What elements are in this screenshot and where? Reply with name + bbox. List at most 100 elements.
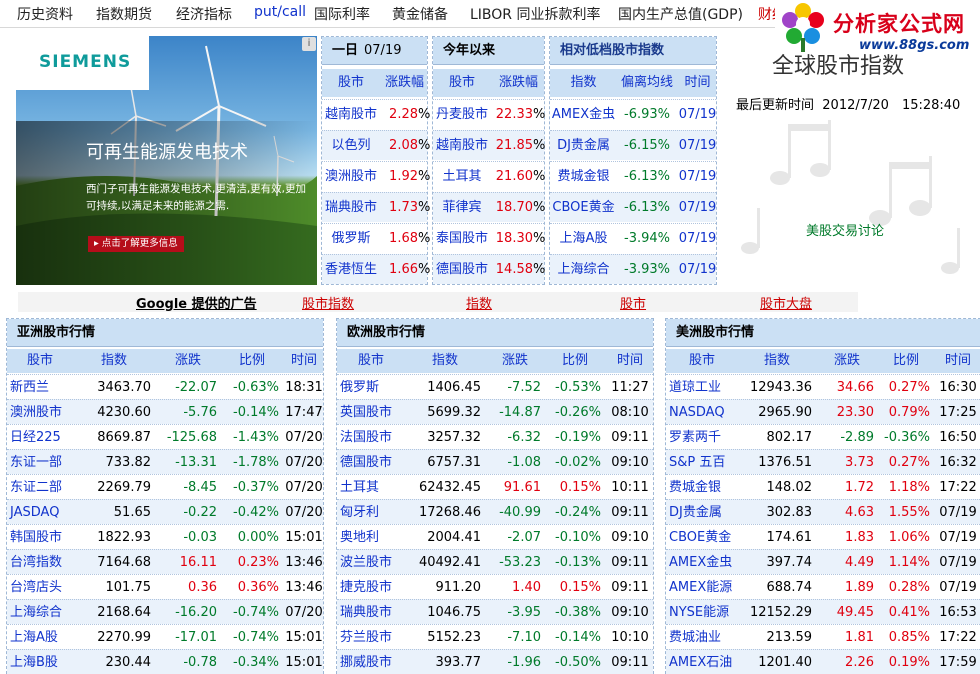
market-name[interactable]: 台湾店头 bbox=[7, 575, 73, 600]
index-name[interactable]: AMEX金虫 bbox=[550, 100, 617, 129]
market-name[interactable]: 匈牙利 bbox=[337, 500, 405, 525]
market-name[interactable]: DJ贵金属 bbox=[666, 500, 738, 525]
time-cell: 10:10 bbox=[611, 630, 649, 645]
market-name[interactable]: 德国股市 bbox=[433, 255, 491, 284]
market-name[interactable]: AMEX能源 bbox=[666, 575, 738, 600]
ranking-row: 以色列 2.08% bbox=[322, 130, 430, 160]
index-value: 51.65 bbox=[113, 505, 151, 520]
nav-econ-indicators[interactable]: 经济指标 bbox=[176, 4, 232, 24]
market-name[interactable]: 罗素两千 bbox=[666, 425, 738, 450]
market-name[interactable]: 韩国股市 bbox=[7, 525, 73, 550]
market-name[interactable]: 捷克股市 bbox=[337, 575, 405, 600]
market-name[interactable]: 以色列 bbox=[322, 131, 380, 160]
us-stock-discussion-link[interactable]: 美股交易讨论 bbox=[806, 220, 884, 239]
change-percent: -0.19% bbox=[555, 430, 601, 445]
market-name[interactable]: 台湾指数 bbox=[7, 550, 73, 575]
market-name[interactable]: 澳洲股市 bbox=[7, 400, 73, 425]
market-name[interactable]: 法国股市 bbox=[337, 425, 405, 450]
market-name[interactable]: CBOE黄金 bbox=[666, 525, 738, 550]
nav-gdp[interactable]: 国内生产总值(GDP) bbox=[618, 4, 743, 24]
market-name[interactable]: 澳洲股市 bbox=[322, 162, 380, 191]
market-name[interactable]: 日经225 bbox=[7, 425, 73, 450]
market-name[interactable]: 东证二部 bbox=[7, 475, 73, 500]
index-value: 1822.93 bbox=[97, 530, 151, 545]
change-value: 1.72 bbox=[845, 480, 874, 495]
global-index-title: 全球股市指数 bbox=[772, 54, 905, 79]
nav-gold-reserves[interactable]: 黄金储备 bbox=[392, 4, 448, 24]
ranking-row: 澳洲股市 1.92% bbox=[322, 161, 431, 191]
market-name[interactable]: 费城金银 bbox=[666, 475, 738, 500]
nav-libor[interactable]: LIBOR 同业拆款利率 bbox=[470, 4, 600, 24]
market-name[interactable]: 土耳其 bbox=[337, 475, 405, 500]
market-name[interactable]: AMEX金虫 bbox=[666, 550, 738, 575]
market-name[interactable]: JASDAQ bbox=[7, 500, 73, 525]
market-name[interactable]: 越南股市 bbox=[322, 100, 380, 129]
change-percent: 21.60 bbox=[495, 169, 533, 184]
index-name[interactable]: 上海综合 bbox=[550, 255, 617, 284]
market-name[interactable]: 瑞典股市 bbox=[337, 600, 405, 625]
market-name[interactable]: 丹麦股市 bbox=[433, 100, 491, 129]
time-cell: 17:25 bbox=[939, 405, 977, 420]
ad-link-index[interactable]: 指数 bbox=[466, 293, 492, 312]
change-percent: 0.41% bbox=[888, 605, 930, 620]
nav-put-call[interactable]: put/call bbox=[254, 4, 306, 20]
table-row: 上海B股 230.44 -0.78 -0.34% 15:01 bbox=[7, 649, 323, 674]
ad-info-icon[interactable]: i bbox=[302, 37, 316, 51]
market-name[interactable]: 挪威股市 bbox=[337, 650, 405, 674]
market-name[interactable]: S&P 五百 bbox=[666, 450, 738, 475]
market-name[interactable]: AMEX石油 bbox=[666, 650, 738, 674]
market-name[interactable]: 英国股市 bbox=[337, 400, 405, 425]
market-name[interactable]: 瑞典股市 bbox=[322, 193, 380, 222]
ad-cta-button[interactable]: ▸ 点击了解更多信息 bbox=[88, 236, 184, 252]
market-name[interactable]: 上海A股 bbox=[7, 625, 73, 650]
change-value: 4.49 bbox=[845, 555, 874, 570]
market-name[interactable]: 俄罗斯 bbox=[337, 375, 405, 400]
market-name[interactable]: 费城油业 bbox=[666, 625, 738, 650]
deviation-percent: -6.15% bbox=[624, 138, 670, 153]
change-value: -7.52 bbox=[507, 380, 541, 395]
ad-link-market[interactable]: 股市大盘 bbox=[760, 293, 812, 312]
table-row: 新西兰 3463.70 -22.07 -0.63% 18:31 bbox=[7, 374, 323, 399]
table-row: 瑞典股市 1046.75 -3.95 -0.38% 09:10 bbox=[337, 599, 653, 624]
nav-intl-rates[interactable]: 国际利率 bbox=[314, 4, 370, 24]
market-name[interactable]: 土耳其 bbox=[433, 162, 491, 191]
index-name[interactable]: DJ贵金属 bbox=[550, 131, 617, 160]
market-name[interactable]: 新西兰 bbox=[7, 375, 73, 400]
market-name[interactable]: 俄罗斯 bbox=[322, 224, 380, 253]
google-ads-link[interactable]: Google 提供的广告 bbox=[136, 293, 257, 312]
market-name[interactable]: NASDAQ bbox=[666, 400, 738, 425]
time-cell: 07/19 bbox=[678, 262, 717, 277]
table-row: 澳洲股市 4230.60 -5.76 -0.14% 17:47 bbox=[7, 399, 323, 424]
index-name[interactable]: 上海A股 bbox=[550, 224, 617, 253]
ad-body-text: 西门子可再生能源发电技术,更清洁,更有效,更加可持续,以满足未来的能源之需. bbox=[86, 183, 307, 212]
time-cell: 16:53 bbox=[939, 605, 977, 620]
table-row: 罗素两千 802.17 -2.89 -0.36% 16:50 bbox=[666, 424, 980, 449]
ad-link-stock-index[interactable]: 股市指数 bbox=[302, 293, 354, 312]
market-name[interactable]: 越南股市 bbox=[433, 131, 491, 160]
market-name[interactable]: 上海B股 bbox=[7, 650, 73, 674]
market-name[interactable]: 泰国股市 bbox=[433, 224, 491, 253]
time-cell: 07/19 bbox=[939, 530, 977, 545]
index-name[interactable]: CBOE黄金 bbox=[550, 193, 617, 222]
change-percent: 1.06% bbox=[888, 530, 930, 545]
index-name[interactable]: 费城金银 bbox=[550, 162, 617, 191]
market-name[interactable]: 香港恆生 bbox=[322, 255, 380, 284]
market-name[interactable]: 奥地利 bbox=[337, 525, 405, 550]
market-name[interactable]: NYSE能源 bbox=[666, 600, 738, 625]
siemens-ad-banner[interactable]: SIEMENS i 可再生能源发电技术 西门子可再生能源发电技术,更清洁,更有效… bbox=[16, 36, 317, 285]
nav-history[interactable]: 历史资料 bbox=[17, 4, 73, 24]
market-name[interactable]: 上海综合 bbox=[7, 600, 73, 625]
ad-link-stock[interactable]: 股市 bbox=[620, 293, 646, 312]
nav-index-futures[interactable]: 指数期货 bbox=[96, 4, 152, 24]
market-name[interactable]: 东证一部 bbox=[7, 450, 73, 475]
market-name[interactable]: 波兰股市 bbox=[337, 550, 405, 575]
change-percent: -0.53% bbox=[555, 380, 601, 395]
market-name[interactable]: 道琼工业 bbox=[666, 375, 738, 400]
market-name[interactable]: 菲律宾 bbox=[433, 193, 491, 222]
time-cell: 07/19 bbox=[939, 555, 977, 570]
time-cell: 07/20 bbox=[285, 430, 323, 445]
index-value: 802.17 bbox=[766, 430, 813, 445]
percent-sign: % bbox=[418, 169, 431, 184]
market-name[interactable]: 芬兰股市 bbox=[337, 625, 405, 650]
market-name[interactable]: 德国股市 bbox=[337, 450, 405, 475]
